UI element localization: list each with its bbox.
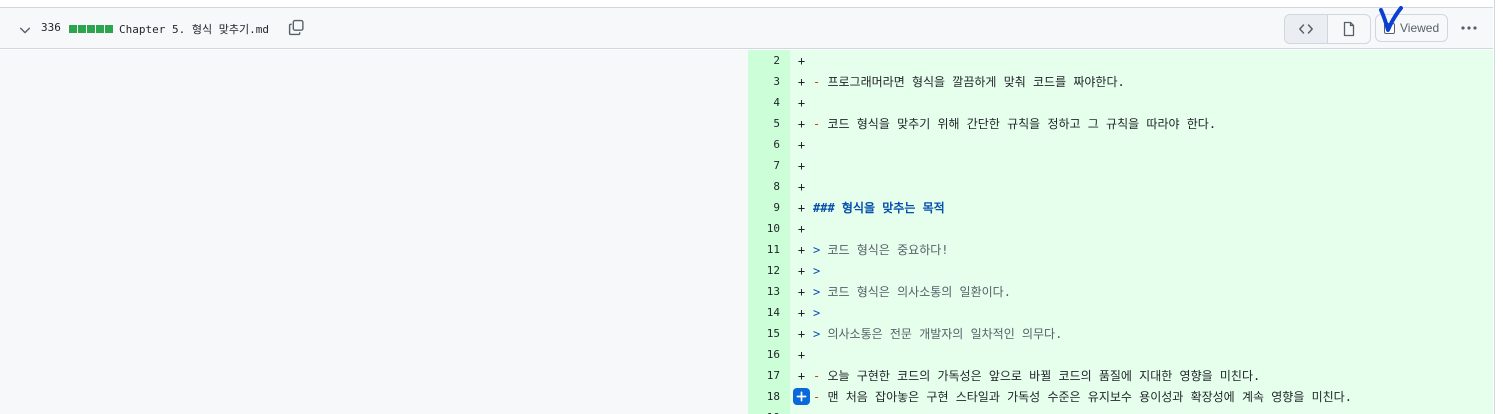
code-text: 프로그래머라면 형식을 깔끔하게 맞춰 코드를 짜야한다.: [820, 75, 1125, 89]
line-number[interactable]: 12: [748, 260, 790, 281]
quote-marker: >: [813, 284, 821, 299]
diff-line: 6 +: [748, 134, 1493, 155]
list-marker: -: [813, 116, 821, 131]
line-number[interactable]: 17: [748, 365, 790, 386]
diffstat-block: [78, 25, 86, 33]
diffstat-block: [105, 25, 113, 33]
line-number[interactable]: 6: [748, 134, 790, 155]
diff-line: 17 + - 오늘 구현한 코드의 가독성은 앞으로 바뀔 코드의 품질에 지대…: [748, 365, 1493, 386]
diff-right-pane: 2 + 3 + - 프로그래머라면 형식을 깔끔하게 맞춰 코드를 짜야한다. …: [748, 50, 1493, 414]
line-number[interactable]: 9: [748, 197, 790, 218]
diff-line: 5 + - 코드 형식을 맞추기 위해 간단한 규칙을 정하고 그 규칙을 따라…: [748, 113, 1493, 134]
added-marker: +: [797, 116, 806, 131]
diff-line: 10 +: [748, 218, 1493, 239]
line-number[interactable]: 16: [748, 344, 790, 365]
added-marker: +: [797, 284, 806, 299]
added-marker: +: [797, 179, 806, 194]
list-marker: -: [813, 368, 821, 383]
quote-marker: >: [813, 242, 821, 257]
diff-line: 8 +: [748, 176, 1493, 197]
added-marker: +: [797, 242, 806, 257]
diff-line: 11 + > 코드 형식은 중요하다!: [748, 239, 1493, 260]
quote-marker: >: [813, 326, 821, 341]
line-number[interactable]: 2: [748, 50, 790, 71]
view-toggle-group: [1284, 14, 1371, 44]
diff-line: 16 +: [748, 344, 1493, 365]
added-marker: +: [797, 95, 806, 110]
code-icon: [1299, 24, 1313, 34]
line-number[interactable]: 19: [748, 407, 790, 414]
added-marker: +: [797, 137, 806, 152]
line-number[interactable]: 8: [748, 176, 790, 197]
line-number[interactable]: 11: [748, 239, 790, 260]
diffstat: [69, 25, 113, 33]
changes-count: 336: [41, 21, 61, 34]
added-marker: +: [797, 305, 806, 320]
diff-line: 19: [748, 407, 1493, 414]
diff-line: 15 + > 의사소통은 전문 개발자의 일차적인 의무다.: [748, 323, 1493, 344]
added-marker: +: [797, 158, 806, 173]
code-text: 맨 처음 잡아놓은 구현 스타일과 가독성 수준은 유지보수 용이성과 확장성에…: [820, 390, 1352, 404]
diff-line: 9 + ### 형식을 맞추는 목적: [748, 197, 1493, 218]
chevron-down-icon[interactable]: [18, 23, 32, 37]
file-header: 336 Chapter 5. 형식 맞추기.md Viewed: [0, 6, 1494, 49]
top-border: [0, 0, 1495, 8]
quote-marker: >: [813, 305, 821, 320]
diff-line: 12 + >: [748, 260, 1493, 281]
line-number[interactable]: 18: [748, 386, 790, 407]
code-text: 의사소통은 전문 개발자의 일차적인 의무다.: [820, 327, 1063, 341]
code-text: 코드 형식은 중요하다!: [820, 243, 949, 257]
line-number[interactable]: 5: [748, 113, 790, 134]
diff-line: 4 +: [748, 92, 1493, 113]
copy-icon[interactable]: [288, 19, 305, 36]
line-number[interactable]: 10: [748, 218, 790, 239]
diff-left-empty-pane: [0, 50, 748, 414]
diff-line-hovered: 18 - 맨 처음 잡아놓은 구현 스타일과 가독성 수준은 유지보수 용이성과…: [748, 386, 1493, 407]
source-diff-button[interactable]: [1285, 15, 1327, 43]
markdown-heading: ### 형식을 맞추는 목적: [813, 201, 945, 215]
added-marker: +: [797, 263, 806, 278]
code-text: 코드 형식은 의사소통의 일환이다.: [820, 285, 1011, 299]
added-marker: +: [797, 368, 806, 383]
plus-icon: [796, 391, 807, 402]
added-marker: +: [797, 221, 806, 236]
diffstat-block: [69, 25, 77, 33]
line-number[interactable]: 13: [748, 281, 790, 302]
add-comment-button[interactable]: [793, 388, 810, 405]
cursor-checkmark-icon: [1379, 6, 1403, 32]
rich-diff-button[interactable]: [1327, 15, 1370, 43]
list-marker: -: [813, 74, 821, 89]
diff-line: 2 +: [748, 50, 1493, 71]
quote-marker: >: [813, 263, 821, 278]
added-marker: +: [797, 200, 806, 215]
kebab-menu-icon[interactable]: [1459, 20, 1479, 36]
line-number[interactable]: 3: [748, 71, 790, 92]
added-marker: +: [797, 74, 806, 89]
list-marker: -: [813, 389, 821, 404]
file-icon: [1343, 21, 1355, 37]
added-marker: +: [797, 53, 806, 68]
viewed-label: Viewed: [1400, 21, 1440, 35]
line-number[interactable]: 4: [748, 92, 790, 113]
code-text: 코드 형식을 맞추기 위해 간단한 규칙을 정하고 그 규칙을 따라야 한다.: [820, 117, 1217, 131]
scroll-border: [1494, 0, 1495, 414]
added-marker: +: [797, 326, 806, 341]
diff-line: 3 + - 프로그래머라면 형식을 깔끔하게 맞춰 코드를 짜야한다.: [748, 71, 1493, 92]
code-text: 오늘 구현한 코드의 가독성은 앞으로 바뀔 코드의 품질에 지대한 영향을 미…: [820, 369, 1261, 383]
diff-line: 13 + > 코드 형식은 의사소통의 일환이다.: [748, 281, 1493, 302]
line-number[interactable]: 14: [748, 302, 790, 323]
line-number[interactable]: 15: [748, 323, 790, 344]
file-name-link[interactable]: Chapter 5. 형식 맞추기.md: [119, 21, 269, 37]
line-number[interactable]: 7: [748, 155, 790, 176]
diff-line: 14 + >: [748, 302, 1493, 323]
diff-line: 7 +: [748, 155, 1493, 176]
diffstat-block: [96, 25, 104, 33]
diffstat-block: [87, 25, 95, 33]
added-marker: +: [797, 347, 806, 362]
